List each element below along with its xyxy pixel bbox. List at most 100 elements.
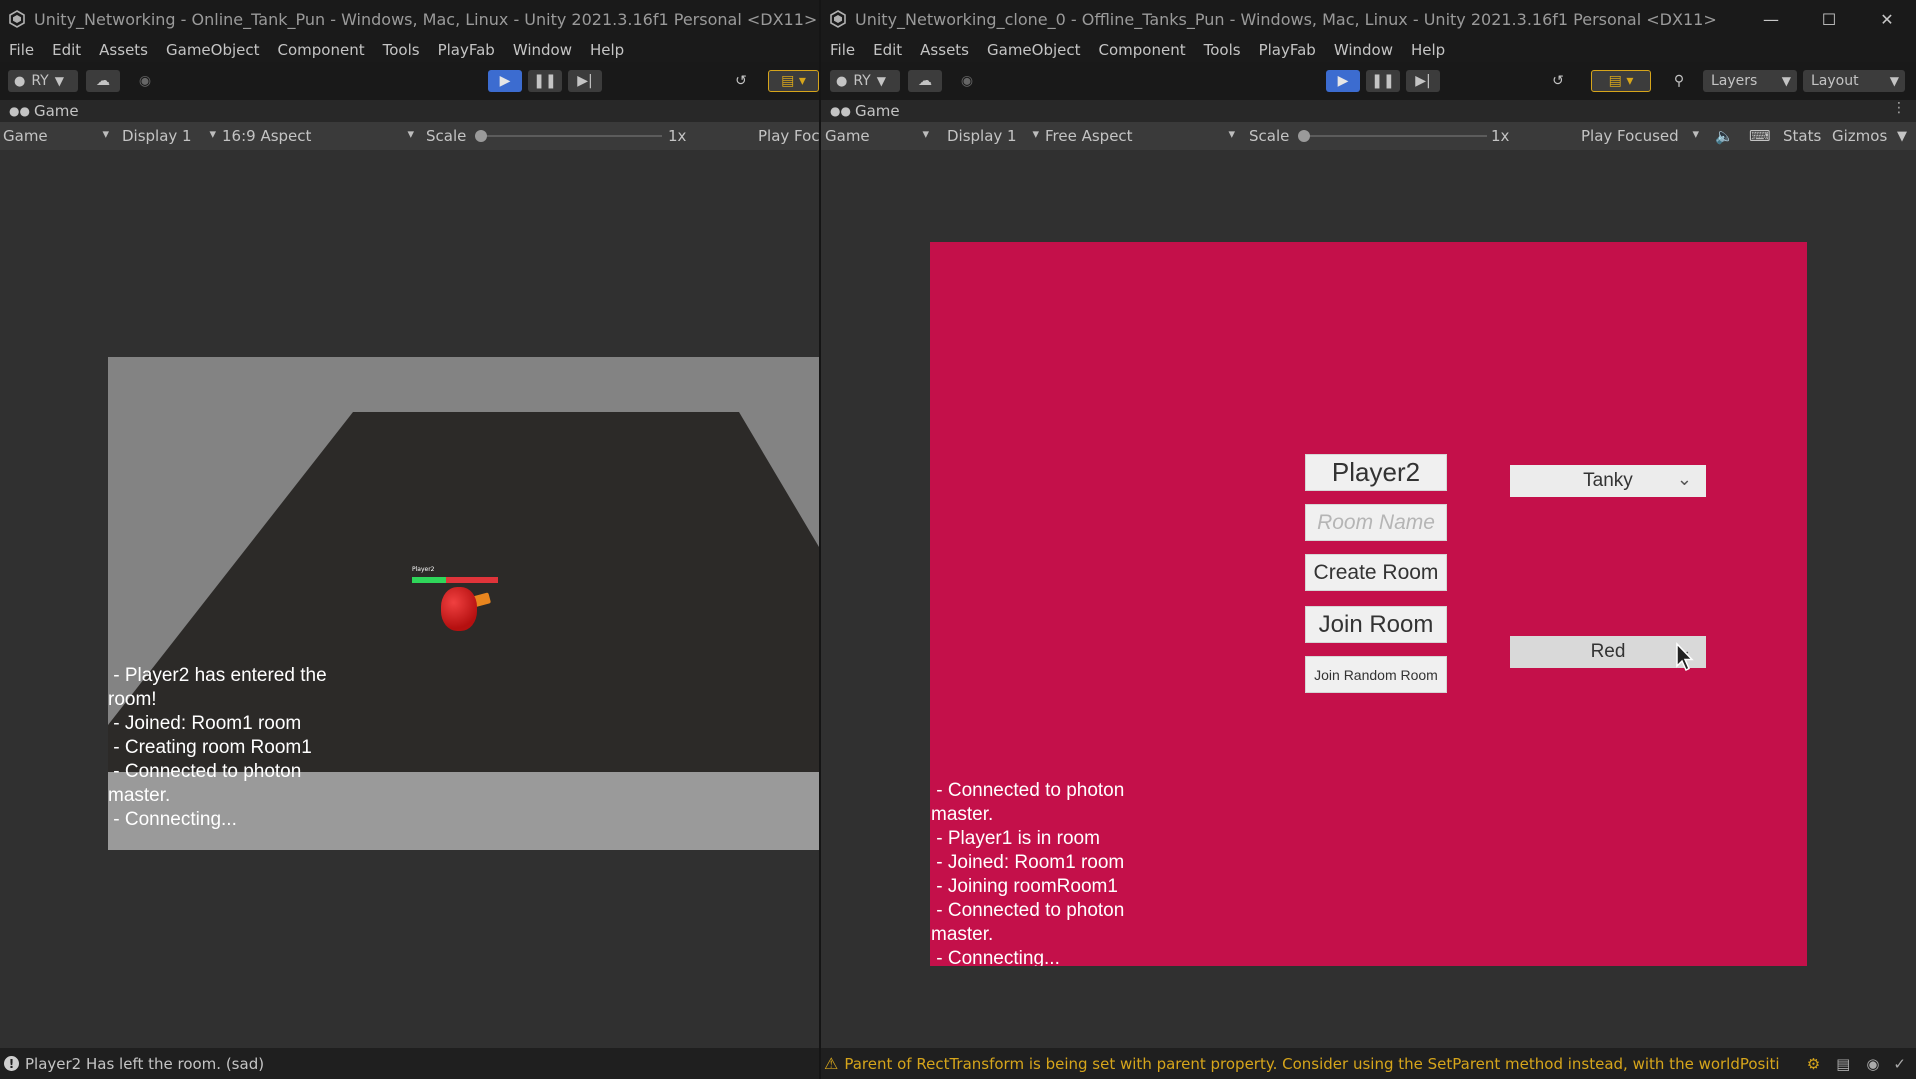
menu-item-window[interactable]: Window: [504, 41, 581, 59]
menu-item-assets[interactable]: Assets: [911, 41, 978, 59]
status-bar[interactable]: ⚠ Parent of RectTransform is being set w…: [821, 1048, 1916, 1079]
scale-slider-handle[interactable]: [475, 130, 487, 142]
tab-game[interactable]: Game: [855, 102, 900, 120]
window-controls: — ☐ ✕: [1742, 0, 1916, 38]
stats-button[interactable]: Stats: [1783, 122, 1821, 150]
step-button[interactable]: ▶|: [568, 70, 602, 92]
history-button[interactable]: ↺: [1543, 70, 1573, 92]
main-toolbar: ● RY ▼ ☁ ◉ ▶ ❚❚ ▶| ↺ ▤ ▾ ⚲ Layers ▼ Layou…: [821, 62, 1916, 100]
display-dropdown[interactable]: Display 1: [118, 122, 220, 150]
pause-button[interactable]: ❚❚: [528, 70, 562, 92]
cloud-button[interactable]: ☁: [86, 70, 120, 92]
play-button[interactable]: ▶: [488, 70, 522, 92]
game-view[interactable]: Player2 - Player2 has entered the room! …: [0, 150, 819, 1048]
layers-label: Layers: [1711, 73, 1758, 89]
game-view-toolbar: Game Display 1 16:9 Aspect Scale 1x Play…: [0, 122, 819, 150]
player-name-field[interactable]: Player2: [1305, 454, 1447, 491]
aspect-dropdown[interactable]: 16:9 Aspect: [220, 122, 418, 150]
menu-item-playfab[interactable]: PlayFab: [429, 41, 504, 59]
shortcuts-icon[interactable]: ⌨: [1749, 122, 1771, 150]
chevron-down-icon[interactable]: ▼: [1897, 122, 1907, 150]
log-line: - Connected to photon master.: [931, 780, 1130, 825]
title-bar[interactable]: Unity_Networking_clone_0 - Offline_Tanks…: [821, 0, 1916, 38]
menu-item-edit[interactable]: Edit: [864, 41, 911, 59]
game-mode-dropdown[interactable]: Game: [0, 122, 113, 150]
menu-bar: File Edit Assets GameObject Component Tools Pl…: [0, 38, 819, 62]
menu-item-playfab[interactable]: PlayFab: [1250, 41, 1325, 59]
menu-item-file[interactable]: File: [821, 41, 864, 59]
tank-health-fill: [412, 577, 447, 583]
tank-type-dropdown[interactable]: Tanky ⌄: [1510, 465, 1706, 497]
mute-audio-icon[interactable]: 🔈: [1715, 122, 1734, 150]
search-icon: ⚲: [1673, 73, 1685, 89]
debug-icon[interactable]: ◉: [1866, 1055, 1879, 1073]
minimize-icon[interactable]: —: [1742, 0, 1800, 38]
menu-item-gameobject[interactable]: GameObject: [978, 41, 1090, 59]
search-button[interactable]: ⚲: [1664, 70, 1694, 92]
scale-slider-handle[interactable]: [1298, 130, 1310, 142]
log-line: - Connecting...: [108, 809, 237, 830]
game-mode-dropdown[interactable]: Game: [825, 122, 933, 150]
menu-item-file[interactable]: File: [0, 41, 43, 59]
stack-icon: ▤ ▾: [781, 73, 806, 89]
game-view[interactable]: Player2 Room Name Create Room Join Room …: [821, 150, 1916, 1048]
scale-slider-track[interactable]: [478, 135, 662, 137]
bug-icon[interactable]: ⚙: [1807, 1055, 1820, 1073]
cloud-button[interactable]: ☁: [908, 70, 942, 92]
menu-item-gameobject[interactable]: GameObject: [157, 41, 269, 59]
menu-item-assets[interactable]: Assets: [90, 41, 157, 59]
unity-logo-icon: [9, 10, 25, 28]
more-options-icon[interactable]: ⋮: [1892, 100, 1906, 116]
play-button[interactable]: ▶: [1326, 70, 1360, 92]
game-mode-label: Game: [825, 127, 870, 145]
play-mode-dropdown[interactable]: Play Foc: [758, 122, 819, 150]
menu-item-component[interactable]: Component: [269, 41, 374, 59]
aspect-label: Free Aspect: [1045, 127, 1133, 145]
layers-stack-button[interactable]: ▤ ▾: [1591, 70, 1651, 92]
menu-item-help[interactable]: Help: [581, 41, 633, 59]
title-bar[interactable]: Unity_Networking - Online_Tank_Pun - Win…: [0, 0, 819, 38]
create-room-button[interactable]: Create Room: [1305, 554, 1447, 591]
check-icon[interactable]: ✓: [1893, 1055, 1906, 1073]
menu-item-tools[interactable]: Tools: [374, 41, 429, 59]
pause-button[interactable]: ❚❚: [1366, 70, 1400, 92]
account-dropdown[interactable]: ● RY ▼: [830, 70, 900, 92]
log-line: - Joined: Room1 room: [931, 852, 1125, 873]
collab-button[interactable]: ◉: [950, 70, 984, 92]
play-icon: ▶: [499, 73, 511, 89]
display-dropdown[interactable]: Display 1: [943, 122, 1043, 150]
layers-dropdown[interactable]: Layers ▼: [1703, 70, 1797, 92]
step-button[interactable]: ▶|: [1406, 70, 1440, 92]
close-icon[interactable]: ✕: [1858, 0, 1916, 38]
play-mode-dropdown[interactable]: Play Focused: [1579, 122, 1703, 150]
account-dropdown[interactable]: ● RY ▼: [8, 70, 78, 92]
scale-slider-track[interactable]: [1301, 135, 1487, 137]
history-icon: ↺: [735, 73, 747, 89]
join-room-button[interactable]: Join Room: [1305, 606, 1447, 643]
tank-color-label: Red: [1590, 641, 1626, 662]
menu-item-component[interactable]: Component: [1090, 41, 1195, 59]
layout-dropdown[interactable]: Layout ▼: [1803, 70, 1905, 92]
gamepad-icon: ●●: [9, 104, 30, 118]
join-random-room-button[interactable]: Join Random Room: [1305, 656, 1447, 693]
menu-item-tools[interactable]: Tools: [1195, 41, 1250, 59]
network-icon[interactable]: ▤: [1836, 1055, 1850, 1073]
menu-item-edit[interactable]: Edit: [43, 41, 90, 59]
gizmos-button[interactable]: Gizmos: [1832, 122, 1887, 150]
collab-button[interactable]: ◉: [128, 70, 162, 92]
menu-item-window[interactable]: Window: [1325, 41, 1402, 59]
room-name-input[interactable]: Room Name: [1305, 504, 1447, 541]
tab-game[interactable]: Game: [34, 102, 79, 120]
aspect-label: 16:9 Aspect: [222, 127, 312, 145]
scale-label: Scale: [426, 127, 467, 145]
game-view-toolbar: Game Display 1 Free Aspect Scale 1x Play…: [821, 122, 1916, 150]
layers-stack-button[interactable]: ▤ ▾: [768, 70, 819, 92]
aspect-dropdown[interactable]: Free Aspect: [1043, 122, 1239, 150]
history-button[interactable]: ↺: [726, 70, 756, 92]
maximize-icon[interactable]: ☐: [1800, 0, 1858, 38]
status-message: Player2 Has left the room. (sad): [25, 1054, 265, 1073]
info-icon: !: [4, 1056, 19, 1071]
menu-item-help[interactable]: Help: [1402, 41, 1454, 59]
status-bar[interactable]: ! Player2 Has left the room. (sad): [0, 1048, 819, 1079]
scale-value: 1x: [668, 127, 687, 145]
